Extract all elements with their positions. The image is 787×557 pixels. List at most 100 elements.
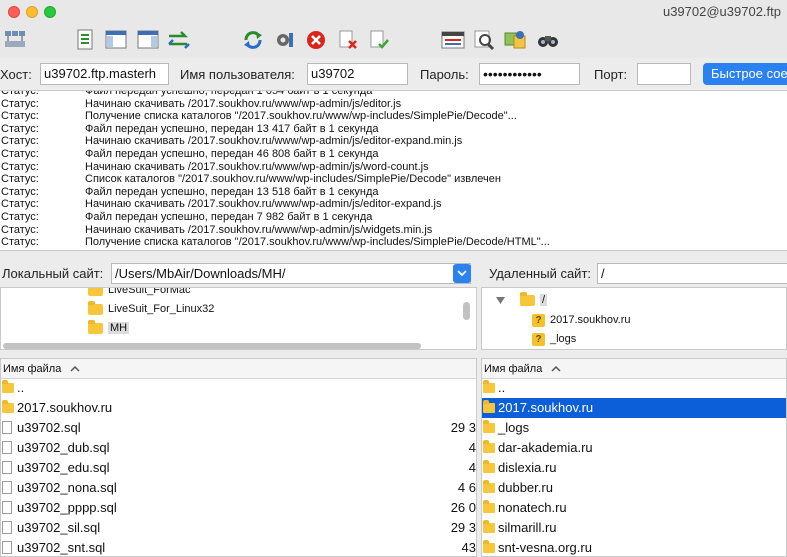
log-entry: Статус: Файл передан успешно, передан 13 … (0, 123, 787, 136)
file-name: 2017.soukhov.ru (17, 400, 113, 415)
find-files-icon[interactable] (535, 27, 561, 53)
file-icon (2, 421, 12, 434)
file-name: u39702_nona.sql (17, 480, 117, 495)
process-queue-icon[interactable] (272, 27, 298, 53)
vertical-scrollbar[interactable] (463, 302, 470, 320)
file-row[interactable]: u39702_edu.sql 4 (1, 458, 476, 478)
file-name: u39702.sql (17, 420, 81, 435)
remote-site-bar: Удаленный сайт: / (481, 256, 787, 286)
folder-row[interactable]: .. (482, 378, 786, 398)
folder-row[interactable]: dar-akademia.ru (482, 438, 786, 458)
folder-row[interactable]: 2017.soukhov.ru (1, 398, 476, 418)
search-icon[interactable] (471, 27, 497, 53)
tree-item[interactable]: LiveSuit_ForMac (88, 288, 191, 299)
column-header-filename[interactable]: Имя файла (482, 359, 786, 379)
file-icon (2, 481, 12, 494)
folder-icon (483, 400, 495, 413)
password-label: Пароль: (420, 67, 469, 82)
quickconnect-button[interactable]: Быстрое сое (703, 63, 787, 85)
folder-icon (88, 319, 103, 334)
file-row[interactable]: u39702.sql 29 3 (1, 418, 476, 438)
host-field[interactable]: u39702.ftp.masterh (40, 63, 169, 85)
site-manager-icon[interactable] (2, 27, 28, 53)
folder-row[interactable]: dislexia.ru (482, 458, 786, 478)
column-header-filename[interactable]: Имя файла (1, 359, 476, 379)
directory-listing-filters-icon[interactable] (440, 27, 466, 53)
tree-item[interactable]: LiveSuit_For_Linux32 (88, 300, 214, 318)
folder-row[interactable]: dubber.ru (482, 478, 786, 498)
folder-row[interactable]: snt-vesna.org.ru (482, 538, 786, 556)
log-entry-message: Начинаю скачивать /2017.soukhov.ru/www/w… (85, 160, 429, 173)
log-entry: Статус: Начинаю скачивать /2017.soukhov.r… (0, 135, 787, 148)
remote-path-combo[interactable]: / (597, 263, 787, 284)
tree-item-selected[interactable]: MH (88, 319, 130, 337)
folder-icon (483, 540, 495, 553)
log-entry-message: Начинаю скачивать /2017.soukhov.ru/www/w… (85, 135, 463, 148)
file-row[interactable]: u39702_sil.sql 29 3 (1, 518, 476, 538)
remote-file-list[interactable]: Имя файла .. 2017.soukhov.ru _logs dar-akad… (481, 358, 787, 557)
password-field[interactable]: •••••••••••• (479, 63, 580, 85)
folder-icon (483, 460, 495, 473)
chevron-down-icon[interactable] (453, 264, 471, 283)
folder-icon (483, 480, 495, 493)
folder-row[interactable]: _logs (482, 418, 786, 438)
remote-directory-tree[interactable]: / ? 2017.soukhov.ru ? _logs (481, 287, 787, 350)
compare-icon[interactable] (502, 27, 528, 53)
message-log-icon[interactable] (72, 27, 98, 53)
toolbar (0, 24, 787, 58)
file-name: _logs (498, 420, 530, 435)
close-window-button[interactable] (8, 6, 20, 18)
file-name: dubber.ru (498, 480, 553, 495)
folder-icon (483, 420, 495, 433)
tree-item-root[interactable]: / (496, 291, 548, 309)
log-entry-status-label: Статус: (1, 236, 39, 249)
folder-row[interactable]: .. (1, 378, 476, 398)
log-entry-message: Файл передан успешно, передан 13 518 бай… (85, 185, 379, 198)
log-entry: Статус: Файл передан успешно, передан 46 … (0, 148, 787, 161)
log-entry-message: Начинаю скачивать /2017.soukhov.ru/www/w… (85, 223, 433, 236)
port-label: Порт: (594, 67, 628, 82)
cancel-icon[interactable] (303, 27, 329, 53)
reconnect-icon[interactable] (366, 27, 392, 53)
log-entry-message: Начинаю скачивать /2017.soukhov.ru/www/w… (85, 198, 442, 211)
tree-item[interactable]: ? _logs (532, 330, 576, 348)
disclosure-triangle-icon[interactable] (496, 296, 505, 304)
refresh-icon[interactable] (240, 27, 266, 53)
minimize-window-button[interactable] (26, 6, 38, 18)
tree-item[interactable]: ? 2017.soukhov.ru (532, 311, 631, 329)
folder-row[interactable]: silmarill.ru (482, 518, 786, 538)
port-field[interactable] (637, 63, 691, 85)
remote-tree-icon[interactable] (135, 27, 161, 53)
log-entry-status-label: Статус: (1, 223, 39, 236)
log-entry-message: Получение списка каталогов "/2017.soukho… (85, 110, 517, 123)
log-entry-status-label: Статус: (1, 185, 39, 198)
zoom-window-button[interactable] (44, 6, 56, 18)
local-tree-icon[interactable] (103, 27, 129, 53)
local-path-combo[interactable]: /Users/MbAir/Downloads/MH/ (111, 263, 471, 284)
file-name: silmarill.ru (498, 520, 557, 535)
log-entry: Статус: Получение списка каталогов "/2017… (0, 236, 787, 249)
file-row[interactable]: u39702_nona.sql 4 6 (1, 478, 476, 498)
transfer-queue-icon[interactable] (166, 27, 192, 53)
horizontal-scrollbar[interactable] (3, 343, 421, 349)
disconnect-icon[interactable] (335, 27, 361, 53)
file-size: 4 (468, 440, 476, 455)
file-size: 43 (461, 540, 476, 555)
file-row[interactable]: u39702_dub.sql 4 (1, 438, 476, 458)
file-row[interactable]: u39702_pppp.sql 26 0 (1, 498, 476, 518)
username-field[interactable]: u39702 (307, 63, 408, 85)
local-site-bar: Локальный сайт: /Users/MbAir/Downloads/M… (0, 256, 477, 286)
log-entry-message: Список каталогов "/2017.soukhov.ru/www/w… (85, 173, 501, 186)
local-directory-tree[interactable]: LiveSuit_ForMac LiveSuit_For_Linux32 MH (0, 287, 477, 350)
log-entry: Статус: Начинаю скачивать /2017.soukhov.r… (0, 198, 787, 211)
folder-row[interactable]: nonatech.ru (482, 498, 786, 518)
folder-row[interactable]: 2017.soukhov.ru (482, 398, 786, 418)
log-entry: Статус: Начинаю скачивать /2017.soukhov.r… (0, 161, 787, 174)
username-label: Имя пользователя: (180, 67, 295, 82)
log-entry: Статус: Файл передан успешно, передан 7 9… (0, 211, 787, 224)
message-log[interactable]: Статус: Файл передан успешно, передан 1 0… (0, 90, 787, 251)
host-label: Хост: (0, 67, 32, 82)
file-icon (2, 501, 12, 514)
file-row[interactable]: u39702_snt.sql 43 (1, 538, 476, 556)
local-file-list[interactable]: Имя файла .. 2017.soukhov.ru u39702.sql 29 … (0, 358, 477, 557)
